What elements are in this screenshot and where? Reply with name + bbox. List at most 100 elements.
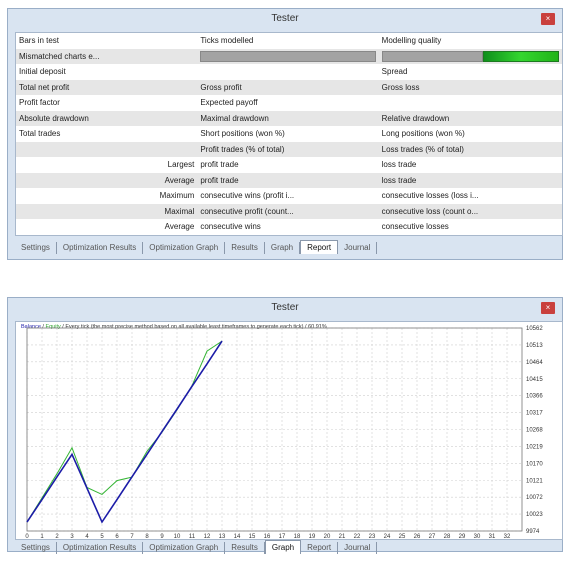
report-cell: Total trades13 [16,126,197,142]
report-row: Maximumconsecutive wins (profit i...8 (5… [16,188,562,204]
tester-window-report: Tester × Bars in test1254Ticks modelled1… [7,8,563,260]
report-cell: consecutive losses (loss i...2 (-194.20) [379,188,562,204]
window-title: Tester [271,13,299,24]
close-button[interactable]: × [541,13,555,25]
tab-report[interactable]: Report [301,542,339,554]
window-title: Tester [271,302,299,313]
report-label: Gross loss [381,82,420,92]
report-row: Bars in test1254Ticks modelled14308624Mo… [16,33,562,49]
report-cell: Loss trades (% of total)2 (15.38%) [379,142,562,158]
title-bar[interactable]: Tester × [8,9,562,29]
report-cell: profit trade65.71 [197,157,378,173]
tab-graph[interactable]: Graph [264,540,302,554]
tab-settings[interactable]: Settings [15,242,57,254]
tab-bar: Settings Optimization Results Optimization… [15,240,378,254]
x-tick-label: 23 [369,534,376,539]
report-cell [197,49,378,65]
x-tick-label: 22 [354,534,361,539]
x-tick-label: 30 [474,534,481,539]
modelling-quality-bar-fill [482,50,559,62]
series-line-equity [26,340,223,523]
report-cell: Profit trades (% of total)11 (84.62%) [197,142,378,158]
modelling-quality-bar-track [381,50,483,62]
y-tick-label: 10023 [526,512,543,518]
tab-optimization-results[interactable]: Optimization Results [57,542,144,554]
report-cell: Ticks modelled14308624 [197,33,378,49]
report-label: Long positions (won %) [381,129,465,138]
y-tick-label: 10513 [526,343,543,349]
report-label: consecutive losses (loss i... [381,191,479,200]
tab-report[interactable]: Report [300,240,339,254]
tab-journal[interactable]: Journal [338,542,378,554]
y-tick-label: 10219 [526,444,543,450]
report-label: Relative drawdown [381,113,450,123]
x-tick-label: 1 [40,534,44,539]
tab-results[interactable]: Results [225,542,265,554]
y-tick-label: 10366 [526,394,543,400]
report-row: Total net profit523.90Gross profit718.10… [16,79,562,96]
x-tick-label: 18 [294,534,301,539]
x-tick-label: 21 [339,534,346,539]
x-tick-label: 32 [504,534,511,539]
report-label: consecutive wins (profit i... [200,191,295,200]
report-label: Total trades [19,129,61,138]
report-label: consecutive losses [381,222,449,231]
tab-journal[interactable]: Journal [338,242,378,254]
x-tick-label: 12 [204,534,211,539]
x-tick-label: 19 [309,534,316,539]
row-qualifier: Maximum [159,191,195,200]
row-qualifier: Largest [167,160,195,169]
tab-optimization-graph[interactable]: Optimization Graph [143,242,226,254]
report-table: Bars in test1254Ticks modelled14308624Mo… [15,32,563,236]
title-bar[interactable]: Tester × [8,298,562,318]
modelling-quality-bar-track [200,50,376,62]
x-tick-label: 6 [115,534,119,539]
report-cell [16,142,197,158]
tab-results[interactable]: Results [225,242,265,254]
x-tick-label: 11 [189,534,196,539]
row-qualifier: Average [164,222,195,231]
x-tick-label: 28 [444,534,451,539]
y-tick-label: 10317 [526,411,543,417]
x-tick-label: 9 [160,534,164,539]
report-cell: Gross profit718.10 [197,80,378,96]
report-row: Profit factor3.70Expected payoff40.30 [16,95,562,111]
report-row: Largestprofit trade65.71loss trade-98.08 [16,157,562,173]
graph-panel: Balance / Equity / Every tick (the most … [15,321,563,540]
report-cell: Average [16,173,197,189]
report-label: Expected payoff [200,98,258,107]
report-cell: profit trade65.28 [197,173,378,189]
x-tick-label: 13 [219,534,226,539]
report-cell: consecutive wins6 [197,219,378,235]
x-tick-label: 3 [70,534,74,539]
report-label: Maximal drawdown [200,113,269,123]
x-tick-label: 4 [85,534,89,539]
report-label: profit trade [200,175,239,185]
y-tick-label: 10121 [526,478,543,484]
tab-optimization-graph[interactable]: Optimization Graph [143,542,226,554]
report-row: Mismatched charts e...2 [16,48,562,65]
x-tick-label: 5 [100,534,104,539]
close-button[interactable]: × [541,302,555,314]
report-row: Total trades13Short positions (won %)9 (… [16,126,562,142]
row-qualifier: Maximal [164,206,195,216]
report-cell: consecutive loss (count o...-194.20 (2) [379,204,562,220]
report-cell: Absolute drawdown155.65 [16,111,197,127]
tester-window-graph: Tester × Balance / Equity / Every tick (… [7,297,563,554]
report-cell: Long positions (won %)4 (75.00%) [379,126,562,142]
y-tick-label: 10268 [526,428,543,434]
tab-optimization-results[interactable]: Optimization Results [57,242,144,254]
report-row: Averageconsecutive wins6consecutive loss… [16,219,562,235]
report-cell: consecutive profit (count...522.67 (8) [197,204,378,220]
report-cell: Maximal drawdown214.56 (2.13%) [197,111,378,127]
x-tick-label: 16 [264,534,271,539]
tab-settings[interactable]: Settings [15,542,57,554]
report-cell: Mismatched charts e...2 [16,49,197,65]
x-tick-label: 2 [55,534,59,539]
tab-bar: Settings Optimization Results Optimization… [15,540,378,554]
report-cell: Initial deposit10000.00 [16,64,197,80]
tab-graph[interactable]: Graph [265,242,301,254]
y-tick-label: 10464 [526,360,543,366]
y-tick-label: 10562 [526,326,543,332]
report-cell: Profit factor3.70 [16,95,197,111]
